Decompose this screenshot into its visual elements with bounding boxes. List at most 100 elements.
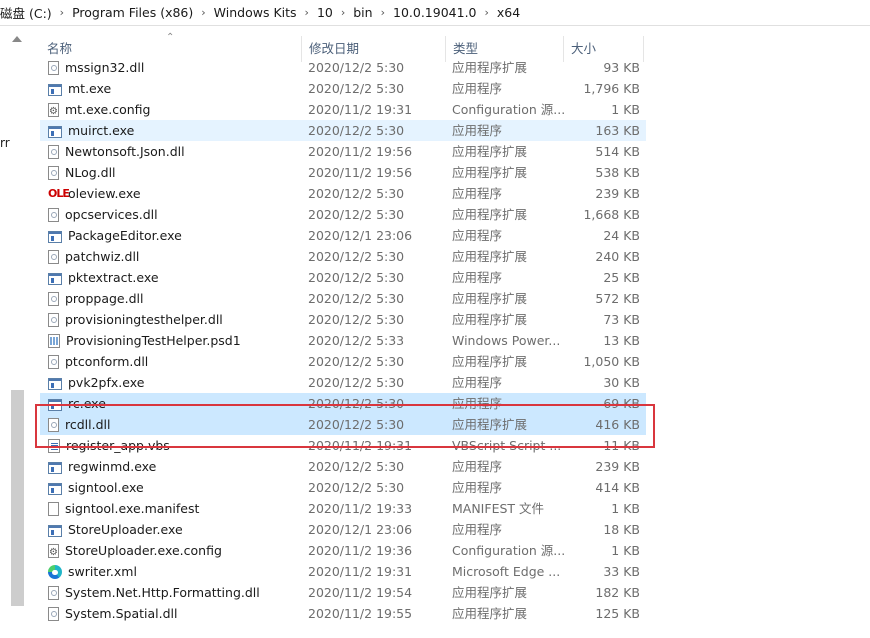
file-size: 240 KB xyxy=(595,249,640,264)
file-row[interactable]: pvk2pfx.exe 2020/12/2 5:30 应用程序 30 KB xyxy=(40,372,646,393)
powershell-file-icon xyxy=(48,333,60,348)
file-row[interactable]: swriter.xml 2020/11/2 19:31 Microsoft Edge… xyxy=(40,561,646,582)
file-row[interactable]: PackageEditor.exe 2020/12/1 23:06 应用程序 24 K… xyxy=(40,225,646,246)
file-row[interactable]: mt.exe 2020/12/2 5:30 应用程序 1,796 KB xyxy=(40,78,646,99)
file-row[interactable]: ProvisioningTestHelper.psd1 2020/12/2 5:3… xyxy=(40,330,646,351)
file-date: 2020/12/2 5:30 xyxy=(308,123,405,138)
breadcrumb-separator-icon[interactable]: › xyxy=(58,6,66,19)
file-name-cell: proppage.dll xyxy=(40,288,302,309)
file-name-cell: ProvisioningTestHelper.psd1 xyxy=(40,330,302,351)
file-name-cell: regwinmd.exe xyxy=(40,456,302,477)
manifest-file-icon xyxy=(48,501,59,516)
file-date: 2020/12/1 23:06 xyxy=(308,522,413,537)
file-name: System.Spatial.dll xyxy=(65,606,178,621)
breadcrumb-item[interactable]: x64 xyxy=(491,5,526,20)
scroll-up-arrow-icon[interactable] xyxy=(12,36,22,42)
scrollbar-thumb[interactable] xyxy=(11,390,24,606)
nav-pane-scrollbar[interactable] xyxy=(11,30,24,638)
file-row[interactable]: signtool.exe 2020/12/2 5:30 应用程序 414 KB xyxy=(40,477,646,498)
column-header-type-label: 类型 xyxy=(453,41,479,56)
file-name: pktextract.exe xyxy=(68,270,159,285)
file-date: 2020/12/2 5:30 xyxy=(308,480,405,495)
file-date: 2020/11/2 19:33 xyxy=(308,501,413,516)
file-type: 应用程序 xyxy=(452,459,503,474)
file-name-cell: signtool.exe xyxy=(40,477,302,498)
breadcrumb-item[interactable]: Windows Kits xyxy=(208,5,303,20)
exe-file-icon xyxy=(48,482,62,495)
file-name: pvk2pfx.exe xyxy=(68,375,145,390)
column-header-date-label: 修改日期 xyxy=(309,41,360,56)
file-name: provisioningtesthelper.dll xyxy=(65,312,223,327)
file-date: 2020/12/2 5:30 xyxy=(308,354,405,369)
file-row[interactable]: provisioningtesthelper.dll 2020/12/2 5:30… xyxy=(40,309,646,330)
dll-file-icon xyxy=(48,249,59,264)
file-name-cell: StoreUploader.exe.config xyxy=(40,540,302,561)
file-row[interactable]: proppage.dll 2020/12/2 5:30 应用程序扩展 572 KB xyxy=(40,288,646,309)
file-type: 应用程序扩展 xyxy=(452,207,528,222)
file-row[interactable]: System.Net.Http.Formatting.dll 2020/11/2 … xyxy=(40,582,646,603)
file-row[interactable]: NLog.dll 2020/11/2 19:56 应用程序扩展 538 KB xyxy=(40,162,646,183)
file-name: mssign32.dll xyxy=(65,60,145,75)
file-size: 125 KB xyxy=(595,606,640,621)
file-date: 2020/12/2 5:30 xyxy=(308,60,405,75)
file-date: 2020/12/2 5:30 xyxy=(308,270,405,285)
file-type: 应用程序扩展 xyxy=(452,60,528,75)
file-date: 2020/11/2 19:55 xyxy=(308,606,413,621)
file-type: 应用程序 xyxy=(452,228,503,243)
breadcrumb-separator-icon[interactable]: › xyxy=(303,6,311,19)
file-row[interactable]: rcdll.dll 2020/12/2 5:30 应用程序扩展 416 KB xyxy=(40,414,646,435)
file-row[interactable]: StoreUploader.exe.config 2020/11/2 19:36 C… xyxy=(40,540,646,561)
file-row[interactable]: regwinmd.exe 2020/12/2 5:30 应用程序 239 KB xyxy=(40,456,646,477)
breadcrumb-separator-icon[interactable]: › xyxy=(483,6,491,19)
file-name: signtool.exe.manifest xyxy=(65,501,200,516)
breadcrumb-item[interactable]: Program Files (x86) xyxy=(66,5,199,20)
dll-file-icon xyxy=(48,606,59,621)
file-type: 应用程序 xyxy=(452,81,503,96)
file-size: 1 KB xyxy=(611,501,640,516)
breadcrumb-separator-icon[interactable]: › xyxy=(339,6,347,19)
breadcrumb-item[interactable]: bin xyxy=(347,5,378,20)
file-name: mt.exe.config xyxy=(65,102,151,117)
file-name-cell: System.Spatial.dll xyxy=(40,603,302,624)
file-row[interactable]: System.Spatial.dll 2020/11/2 19:55 应用程序扩展 1… xyxy=(40,603,646,624)
file-row[interactable]: StoreUploader.exe 2020/12/1 23:06 应用程序 18 K… xyxy=(40,519,646,540)
file-date: 2020/12/2 5:30 xyxy=(308,396,405,411)
breadcrumb-separator-icon[interactable]: › xyxy=(199,6,207,19)
file-date: 2020/12/2 5:33 xyxy=(308,333,405,348)
file-type: 应用程序扩展 xyxy=(452,144,528,159)
file-name: rcdll.dll xyxy=(65,417,111,432)
file-size: 239 KB xyxy=(595,459,640,474)
file-size: 514 KB xyxy=(595,144,640,159)
exe-file-icon xyxy=(48,230,62,243)
file-date: 2020/11/2 19:31 xyxy=(308,564,413,579)
file-date: 2020/12/2 5:30 xyxy=(308,459,405,474)
file-row[interactable]: Newtonsoft.Json.dll 2020/11/2 19:56 应用程序扩展… xyxy=(40,141,646,162)
file-size: 1,668 KB xyxy=(583,207,640,222)
file-row[interactable]: patchwiz.dll 2020/12/2 5:30 应用程序扩展 240 KB xyxy=(40,246,646,267)
file-row[interactable]: muirct.exe 2020/12/2 5:30 应用程序 163 KB xyxy=(40,120,646,141)
breadcrumb-item[interactable]: 10 xyxy=(311,5,339,20)
file-type: 应用程序扩展 xyxy=(452,354,528,369)
file-row[interactable]: OLE oleview.exe 2020/12/2 5:30 应用程序 239 KB xyxy=(40,183,646,204)
vbscript-file-icon xyxy=(48,438,60,453)
file-row[interactable]: mssign32.dll 2020/12/2 5:30 应用程序扩展 93 KB xyxy=(40,57,646,78)
file-name-cell: mt.exe xyxy=(40,78,302,99)
file-row[interactable]: register_app.vbs 2020/11/2 19:31 VBScript … xyxy=(40,435,646,456)
breadcrumb-separator-icon[interactable]: › xyxy=(379,6,387,19)
file-row[interactable]: signtool.exe.manifest 2020/11/2 19:33 MANI… xyxy=(40,498,646,519)
dll-file-icon xyxy=(48,291,59,306)
breadcrumb-item[interactable]: 磁盘 (C:) xyxy=(0,3,58,22)
file-type: Configuration 源... xyxy=(452,102,564,117)
file-row[interactable]: pktextract.exe 2020/12/2 5:30 应用程序 25 KB xyxy=(40,267,646,288)
file-row[interactable]: mt.exe.config 2020/11/2 19:31 Configuratio… xyxy=(40,99,646,120)
file-type: 应用程序扩展 xyxy=(452,417,528,432)
file-size: 24 KB xyxy=(603,228,640,243)
file-row[interactable]: ptconform.dll 2020/12/2 5:30 应用程序扩展 1,050 K… xyxy=(40,351,646,372)
breadcrumb-item[interactable]: 10.0.19041.0 xyxy=(387,5,483,20)
file-name: opcservices.dll xyxy=(65,207,158,222)
file-row[interactable]: opcservices.dll 2020/12/2 5:30 应用程序扩展 1,668… xyxy=(40,204,646,225)
config-file-icon xyxy=(48,542,59,561)
file-row[interactable]: rc.exe 2020/12/2 5:30 应用程序 69 KB xyxy=(40,393,646,414)
dll-file-icon xyxy=(48,585,59,600)
file-size: 163 KB xyxy=(595,123,640,138)
